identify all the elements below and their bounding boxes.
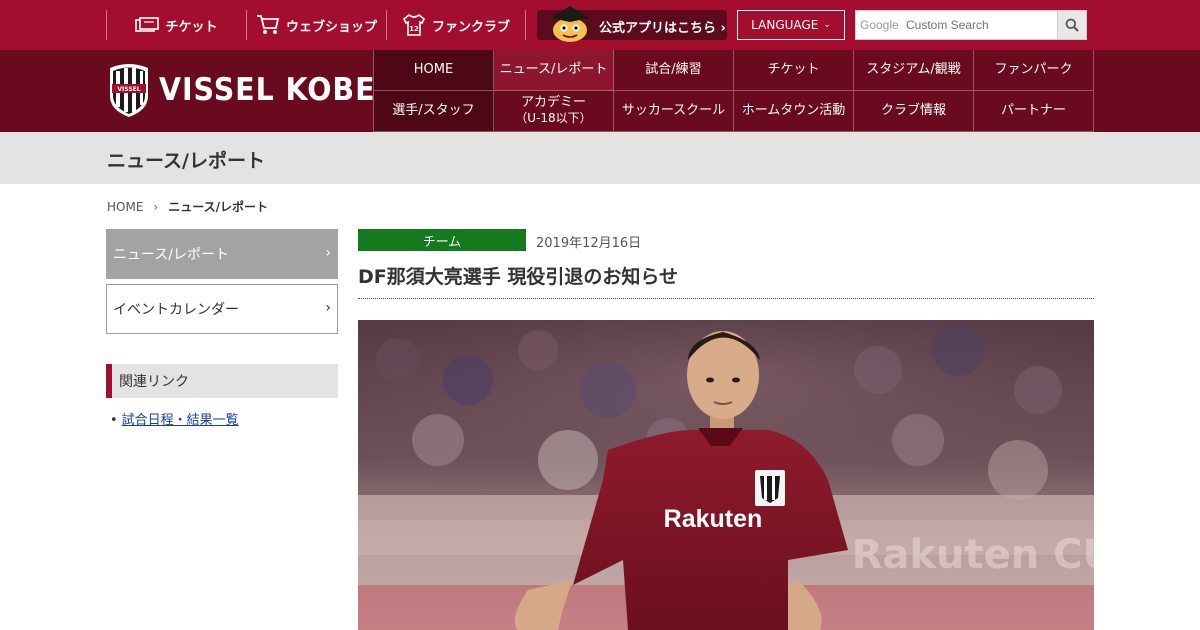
sidebar-item-event-calendar[interactable]: イベントカレンダー › [106,284,338,334]
jersey-icon: 12 [402,14,425,36]
mascot-icon [551,6,589,42]
nav-item-partner[interactable]: パートナー [974,91,1094,132]
sidebar-item-news[interactable]: ニュース/レポート › [106,229,338,279]
related-link-schedule[interactable]: 試合日程・結果一覧 [122,413,239,428]
nav-label-academy: アカデミー （U-18以下） [515,95,591,128]
nav-label-news: ニュース/レポート [499,61,608,77]
emblem-text: VISSEL [117,86,140,93]
nav-item-ticket[interactable]: チケット [734,50,854,91]
nav-item-club-info[interactable]: クラブ情報 [854,91,974,132]
ticket-link-label: チケット [165,19,218,35]
category-badge: チーム [358,229,526,251]
official-app-button[interactable]: 公式アプリはこちら › [537,6,727,42]
search-button[interactable] [1057,11,1086,39]
nav-item-soccer-school[interactable]: サッカースクール [614,91,734,132]
nav-item-news[interactable]: ニュース/レポート [494,50,614,91]
page-title-bar: ニュース/レポート [0,132,1200,184]
nav-item-academy[interactable]: アカデミー （U-18以下） [494,91,614,132]
official-app-label: 公式アプリはこちら › [599,21,726,36]
chevron-right-icon: › [325,300,331,316]
article-date: 2019年12月16日 [536,236,642,251]
nav-label-hometown: ホームタウン活動 [741,102,846,118]
nav-label-matches: 試合/練習 [645,61,702,77]
chevron-right-icon: › [325,245,331,261]
breadcrumb-home[interactable]: HOME [107,200,143,214]
breadcrumb-current: ニュース/レポート [168,200,269,214]
banner-text: Rakuten CUP [852,532,1094,578]
nav-label-soccer-school: サッカースクール [621,102,726,118]
nav-item-matches[interactable]: 試合/練習 [614,50,734,91]
global-nav: HOME ニュース/レポート 試合/練習 チケット スタジアム/観戦 ファンパー… [373,50,1094,132]
nav-item-stadium[interactable]: スタジアム/観戦 [854,50,974,91]
club-emblem-icon: VISSEL [110,64,148,117]
nav-label-club-info: クラブ情報 [880,102,946,118]
search-input[interactable] [856,11,1058,39]
nav-item-hometown[interactable]: ホームタウン活動 [734,91,854,132]
nav-item-players[interactable]: 選手/スタッフ [374,91,494,132]
fanclub-link-label: ファンクラブ [431,19,510,35]
title-divider [358,298,1094,299]
search-icon [1065,18,1079,32]
player-photo-illustration: Rakuten CUP Rakuten [358,320,1094,630]
nav-item-home[interactable]: HOME [374,50,494,91]
nav-label-fanpark: ファンパーク [994,61,1073,77]
logo-wordmark: VISSEL KOBE [159,72,376,108]
nav-label-partner: パートナー [1000,102,1066,118]
nav-label-academy-main: アカデミー [520,94,586,110]
site-search: Google [855,10,1087,40]
article-photo: Rakuten CUP Rakuten [358,320,1094,630]
chevron-down-icon: ⌄ [823,20,831,30]
webshop-link[interactable]: ウェブショップ [246,10,386,40]
cart-icon [256,15,280,34]
breadcrumb: HOME › ニュース/レポート [107,198,268,215]
nav-label-players: 選手/スタッフ [392,102,475,118]
vissel-kobe-logo[interactable]: VISSEL VISSEL KOBE [107,62,394,118]
jersey-sponsor-text: Rakuten [664,505,763,533]
official-app-text: 公式アプリはこちら [599,21,717,36]
sidebar-item-event-calendar-label: イベントカレンダー [113,302,239,318]
article-title: DF那須大亮選手 現役引退のお知らせ [358,266,678,288]
nav-label-stadium: スタジアム/観戦 [866,61,961,77]
page-title: ニュース/レポート [107,150,265,172]
related-links-heading: 関連リンク [106,364,338,398]
nav-label-ticket: チケット [767,61,820,77]
nav-label-academy-sub: （U-18以下） [515,111,592,125]
ticket-icon [135,17,160,32]
language-button[interactable]: LANGUAGE ⌄ [737,10,845,40]
fanclub-link[interactable]: 12 ファンクラブ [386,10,526,40]
webshop-link-label: ウェブショップ [285,19,377,35]
language-label: LANGUAGE [751,18,819,32]
ticket-link[interactable]: チケット [106,10,246,40]
chevron-right-icon: › [153,199,159,214]
svg-text:12: 12 [409,25,419,33]
related-link-item: • 試合日程・結果一覧 [110,409,239,428]
nav-label-home: HOME [413,61,454,77]
nav-item-fanpark[interactable]: ファンパーク [974,50,1094,91]
bullet-icon: • [110,413,118,428]
sidebar-item-news-label: ニュース/レポート [113,247,230,263]
